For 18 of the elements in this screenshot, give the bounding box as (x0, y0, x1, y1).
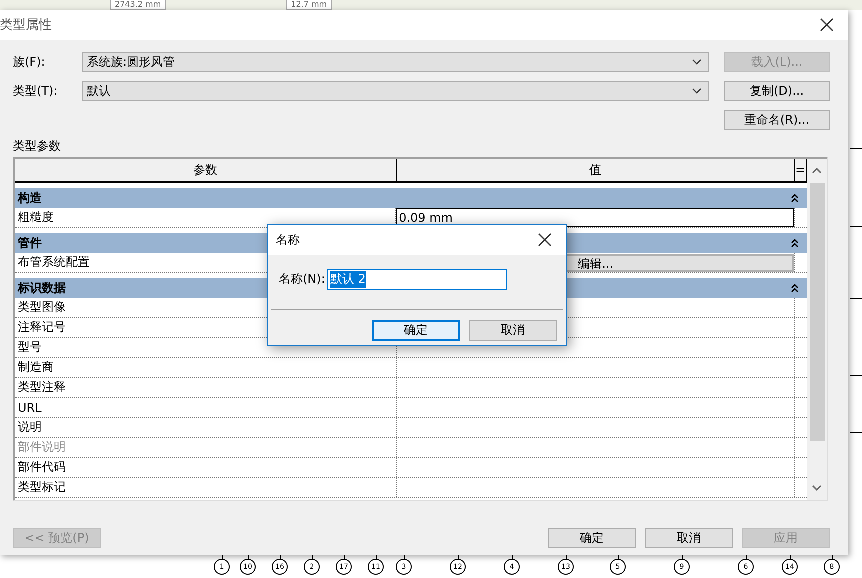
section-label: 类型参数 (13, 139, 62, 153)
parameter-name: URL (15, 398, 398, 417)
field-label: 族(F): (13, 54, 46, 70)
parameter-name: 制造商 (15, 358, 398, 377)
group-title: 管件 (18, 234, 42, 252)
window-title: 类型属性 (0, 17, 52, 34)
parameter-name: 说明 (15, 418, 398, 437)
dropdown-value: 系统族:圆形风管 (87, 54, 176, 70)
group-title: 构造 (18, 190, 42, 206)
field-label: 名称(N): (279, 271, 326, 288)
field-label: 类型(T): (13, 82, 59, 100)
parameter-name: 类型注释 (15, 378, 398, 397)
dropdown-value: 默认 (87, 82, 111, 100)
group-title: 标识数据 (18, 280, 66, 296)
parameter-name: 类型标记 (15, 478, 398, 497)
parameter-name: 部件代码 (15, 458, 398, 477)
parameter-name: 部件说明 (15, 438, 398, 457)
dialog-title: 名称 (276, 232, 300, 248)
